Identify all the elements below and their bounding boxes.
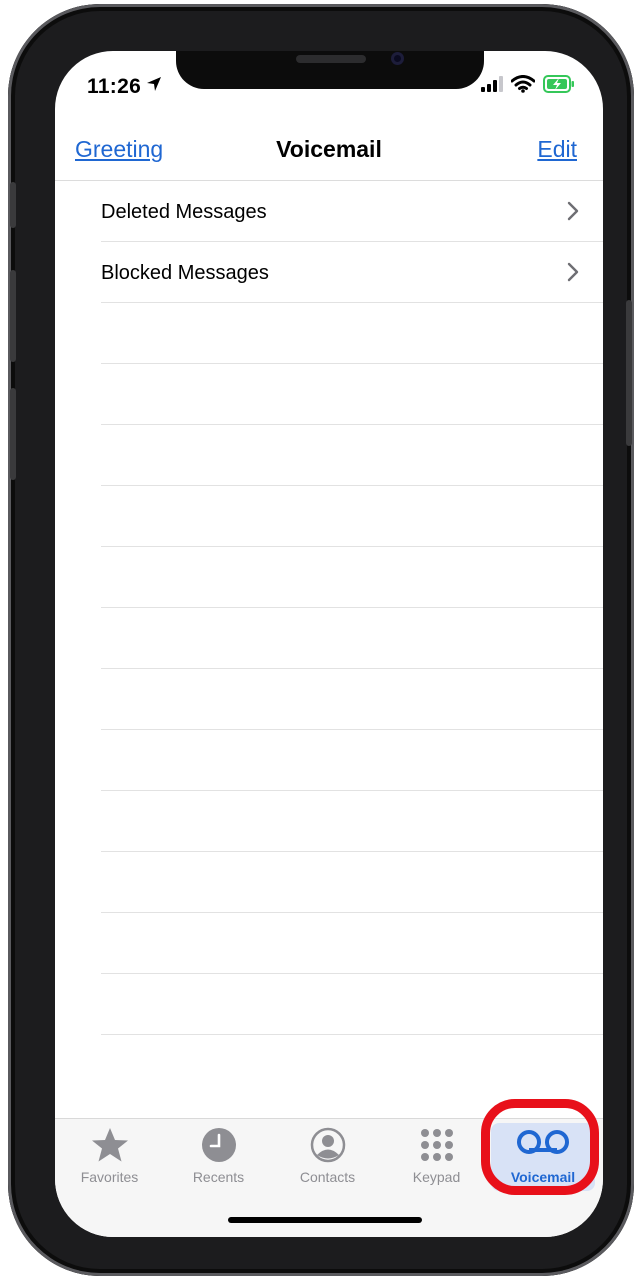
tab-keypad[interactable]: Keypad [382, 1119, 491, 1189]
status-indicators [481, 75, 575, 98]
screen: 11:26 Greeting Voicemail Edit Deleted Me… [55, 51, 603, 1237]
front-camera [391, 52, 404, 65]
empty-row [55, 791, 603, 852]
highlight-circle [481, 1099, 599, 1195]
empty-row [55, 364, 603, 425]
volume-down-button [10, 388, 16, 480]
status-time: 11:26 [87, 75, 142, 98]
tab-label: Favorites [80, 1169, 139, 1185]
tab-label: Contacts [299, 1169, 356, 1185]
battery-charging-icon [543, 75, 575, 98]
empty-row [55, 974, 603, 1035]
empty-row [55, 1035, 603, 1096]
tab-label: Recents [192, 1169, 245, 1185]
wifi-icon [510, 75, 536, 98]
empty-row [55, 669, 603, 730]
empty-row [55, 913, 603, 974]
page-title: Voicemail [276, 136, 382, 162]
empty-row [55, 852, 603, 913]
blocked-messages-row[interactable]: Blocked Messages [55, 242, 603, 303]
star-icon [91, 1127, 129, 1163]
empty-row [55, 486, 603, 547]
empty-row [55, 303, 603, 364]
empty-row [55, 547, 603, 608]
tab-recents[interactable]: Recents [164, 1119, 273, 1189]
empty-row [55, 608, 603, 669]
mute-switch [10, 182, 16, 228]
person-circle-icon [310, 1127, 346, 1163]
edit-button[interactable]: Edit [537, 136, 577, 163]
list-item-label: Blocked Messages [101, 262, 269, 284]
tab-contacts[interactable]: Contacts [273, 1119, 382, 1189]
chevron-right-icon [567, 262, 579, 287]
phone-frame: 11:26 Greeting Voicemail Edit Deleted Me… [8, 4, 634, 1276]
keypad-icon [419, 1127, 455, 1163]
list-item-label: Deleted Messages [101, 201, 267, 223]
side-button [626, 300, 632, 446]
chevron-right-icon [567, 201, 579, 226]
empty-row [55, 425, 603, 486]
tab-favorites[interactable]: Favorites [55, 1119, 164, 1189]
deleted-messages-row[interactable]: Deleted Messages [55, 181, 603, 242]
cellular-signal-icon [481, 76, 503, 97]
voicemail-list: Deleted Messages Blocked Messages [55, 181, 603, 1096]
notch [176, 51, 484, 89]
speaker [296, 55, 366, 63]
clock-icon [201, 1127, 237, 1163]
home-indicator[interactable] [228, 1217, 422, 1223]
volume-up-button [10, 270, 16, 362]
location-arrow-icon [146, 76, 162, 97]
empty-row [55, 730, 603, 791]
tab-label: Keypad [412, 1169, 461, 1185]
